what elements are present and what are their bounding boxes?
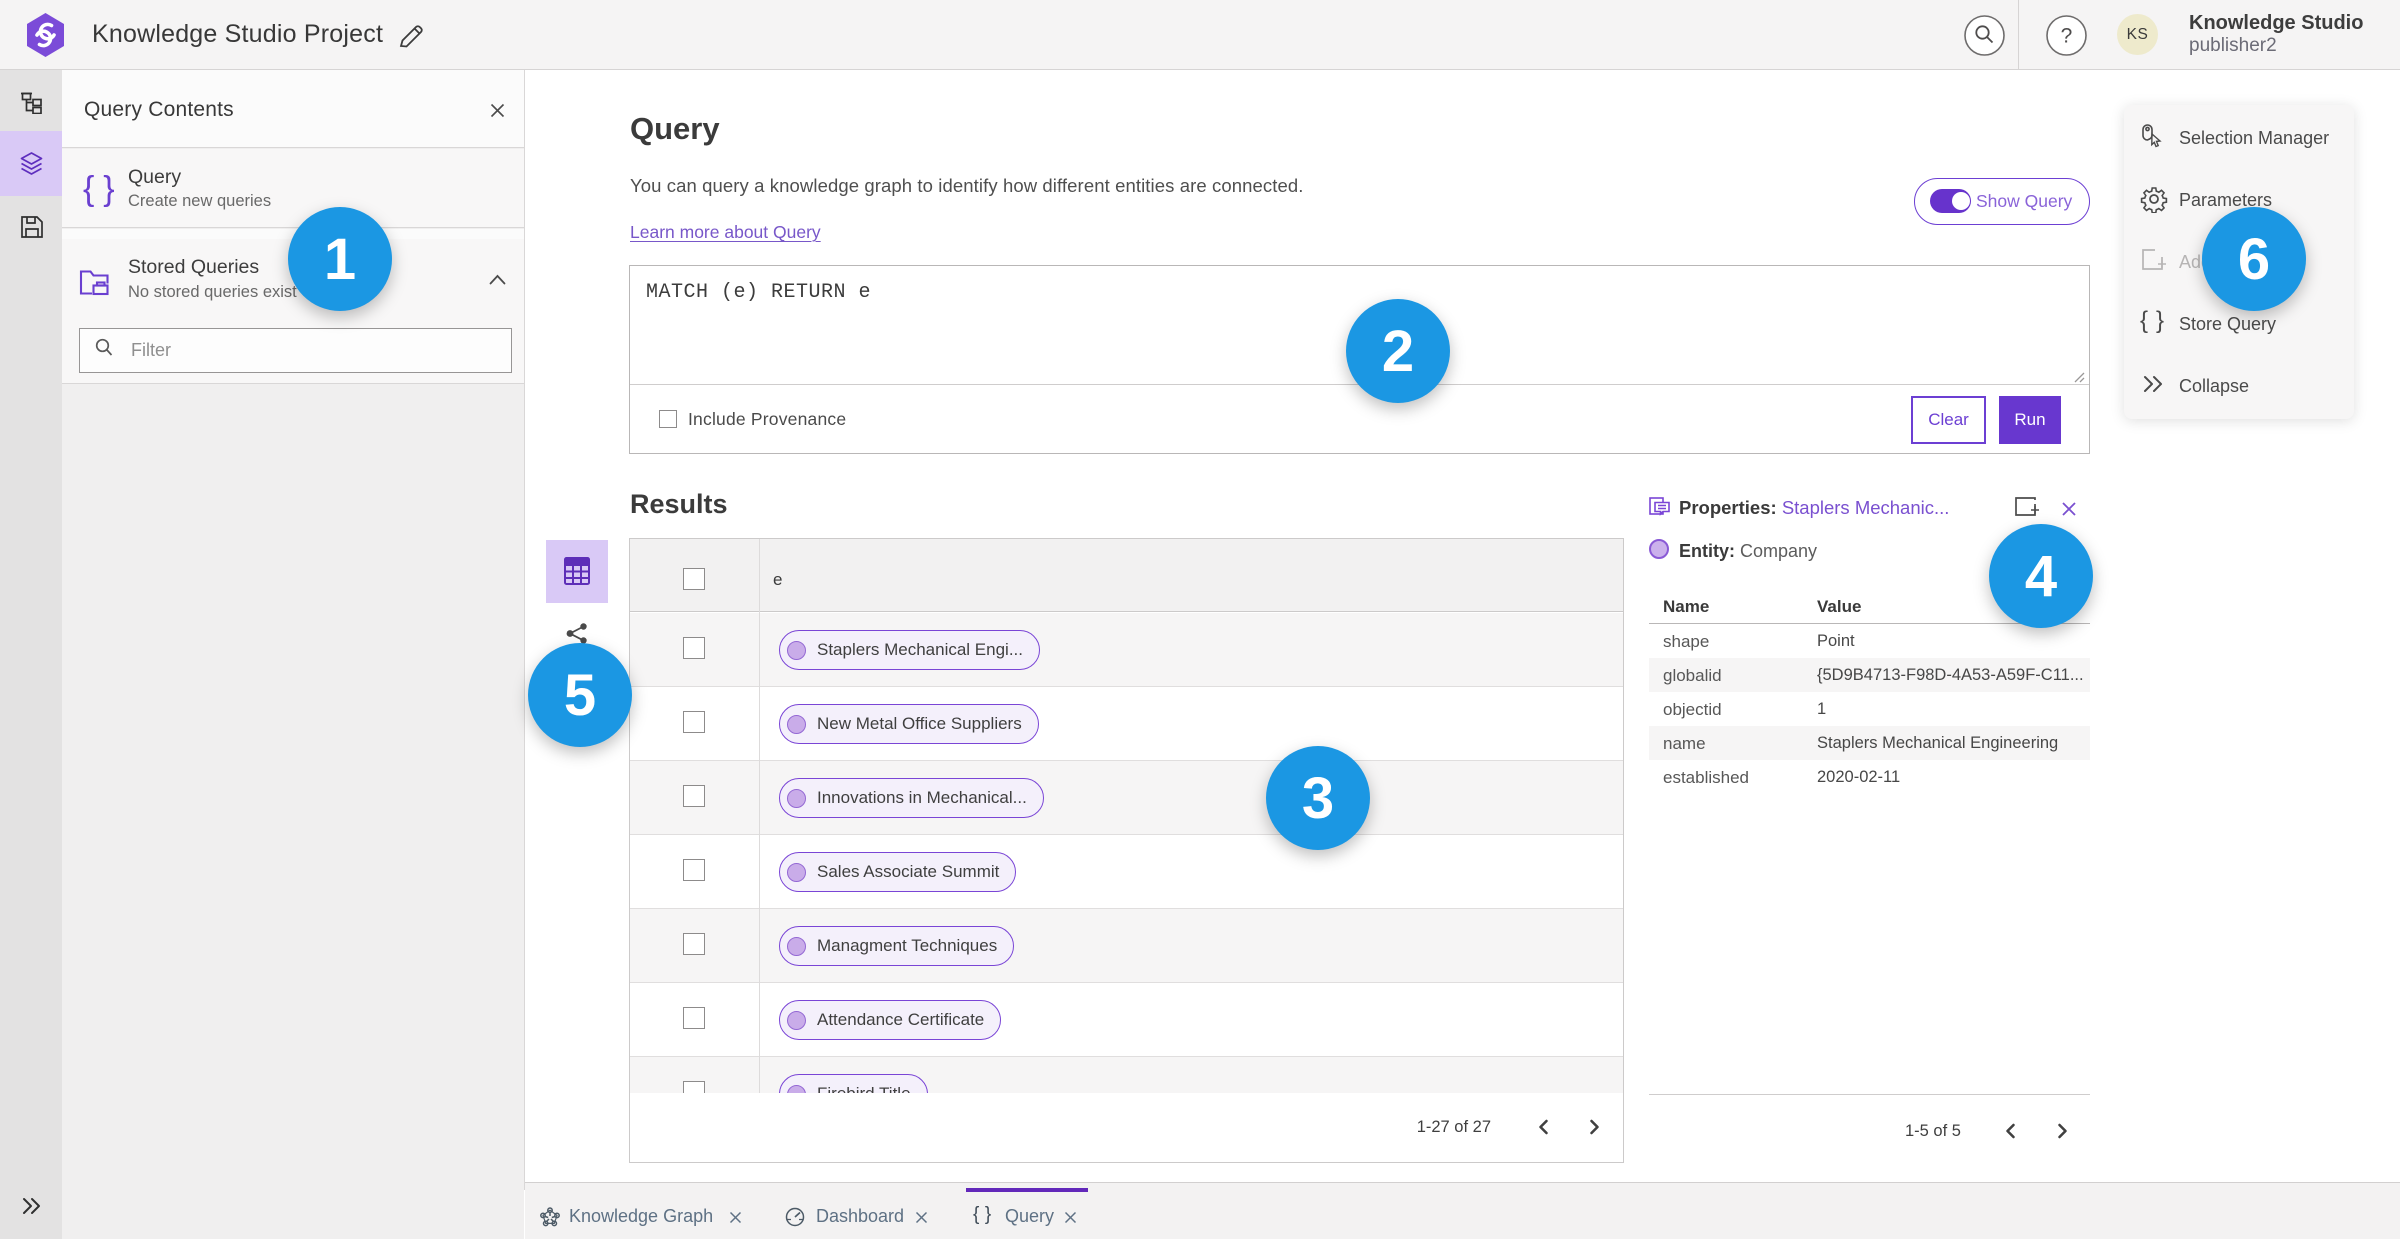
svg-text:?: ? [2061,25,2073,48]
